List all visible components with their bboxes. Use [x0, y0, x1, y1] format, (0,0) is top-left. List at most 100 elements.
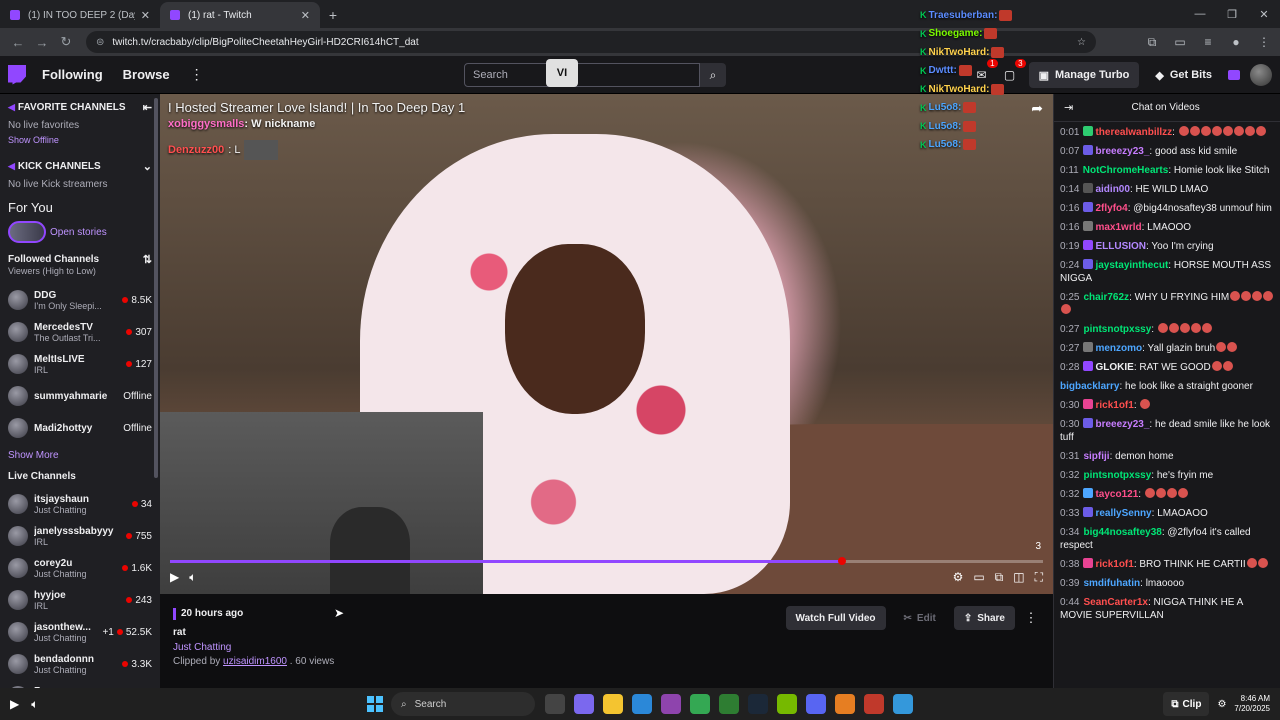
- taskbar-search[interactable]: ⌕ Search: [391, 692, 535, 716]
- chat-username[interactable]: rick1of1: [1095, 559, 1133, 570]
- nvidia-icon[interactable]: [777, 694, 797, 714]
- xbox-icon[interactable]: [719, 694, 739, 714]
- chat-username[interactable]: 2flyfo4: [1095, 203, 1127, 214]
- twitch-logo-icon[interactable]: [8, 64, 26, 85]
- clip-button[interactable]: ⧉ Clip: [1163, 692, 1210, 716]
- search-icon[interactable]: ⌕: [700, 63, 726, 87]
- extensions-icon[interactable]: ⧉: [1142, 32, 1162, 52]
- chevron-down-icon[interactable]: ⌄: [143, 160, 152, 173]
- chat-username[interactable]: jaystayinthecut: [1095, 260, 1168, 271]
- chat-username[interactable]: NotChromeHearts: [1083, 165, 1169, 176]
- chrome-icon[interactable]: [690, 694, 710, 714]
- user-avatar[interactable]: [1250, 64, 1272, 86]
- live-channel-item[interactable]: corey2u Just Chatting 1.6K: [0, 552, 160, 584]
- discord-icon[interactable]: [806, 694, 826, 714]
- chat-username[interactable]: sipfiji: [1083, 451, 1109, 462]
- share-button[interactable]: ⇪ Share: [953, 606, 1015, 630]
- close-window-icon[interactable]: ✕: [1248, 0, 1280, 28]
- watch-full-video-button[interactable]: Watch Full Video: [785, 606, 886, 630]
- close-icon[interactable]: ✕: [141, 9, 150, 22]
- kick-channels-header[interactable]: ◀ KICK CHANNELS ⌄: [0, 153, 160, 179]
- collapse-chat-icon[interactable]: ⇥: [1064, 101, 1073, 114]
- chat-username[interactable]: GLOKIE: [1095, 362, 1133, 373]
- more-options-icon[interactable]: ⋮: [1023, 610, 1039, 626]
- chat-username[interactable]: menzomo: [1095, 343, 1142, 354]
- show-offline-link[interactable]: Show Offline: [0, 135, 160, 153]
- settings-gear-icon[interactable]: ⚙: [953, 570, 964, 585]
- followed-channel-item[interactable]: DDG I'm Only Sleepi... 8.5K: [0, 284, 160, 316]
- collapse-sidebar-icon[interactable]: ⇤: [143, 101, 152, 114]
- live-channel-item[interactable]: jasonthew... Just Chatting +1 52.5K: [0, 616, 160, 648]
- live-channel-item[interactable]: ZyroCall of Duty: W...1.1K: [0, 680, 160, 688]
- new-tab-button[interactable]: +: [320, 2, 346, 28]
- clipper-link[interactable]: uzisaidim1600: [223, 656, 287, 667]
- browser-tab-2[interactable]: (1) rat - Twitch ✕: [160, 2, 320, 28]
- chat-username[interactable]: pintsnotpxssy: [1083, 470, 1151, 481]
- play-icon[interactable]: ▶: [10, 697, 19, 712]
- chat-username[interactable]: bigbacklarry: [1060, 381, 1119, 392]
- file-explorer-icon[interactable]: [603, 694, 623, 714]
- chat-username[interactable]: SeanCarter1x: [1083, 597, 1147, 608]
- chat-username[interactable]: therealwanbillzz: [1095, 127, 1172, 138]
- open-stories[interactable]: Open stories: [0, 221, 160, 253]
- media-icon[interactable]: ≡: [1198, 32, 1218, 52]
- live-channel-item[interactable]: itsjayshaun Just Chatting 34: [0, 488, 160, 520]
- store-icon[interactable]: [632, 694, 652, 714]
- reload-icon[interactable]: ↻: [54, 30, 78, 54]
- chat-username[interactable]: reallySenny: [1095, 508, 1151, 519]
- volume-icon[interactable]: 🔈︎: [189, 570, 196, 585]
- seek-bar[interactable]: [170, 557, 1043, 565]
- followed-channel-item[interactable]: MeltIsLIVE IRL 127: [0, 348, 160, 380]
- close-icon[interactable]: ✕: [301, 9, 310, 22]
- notepad-icon[interactable]: [893, 694, 913, 714]
- theatre-mode-icon[interactable]: ▭: [973, 570, 984, 585]
- live-channel-item[interactable]: hyyjoe IRL 243: [0, 584, 160, 616]
- prime-icon[interactable]: [1228, 70, 1240, 80]
- followed-channel-item[interactable]: MercedesTV The Outlast Tri... 307: [0, 316, 160, 348]
- back-icon[interactable]: ←: [6, 30, 30, 54]
- extension-overlay-button[interactable]: VI: [546, 59, 578, 87]
- chat-username[interactable]: smdifuhatin: [1083, 578, 1140, 589]
- video-player[interactable]: I Hosted Streamer Love Island! | In Too …: [160, 94, 1053, 594]
- show-more-link[interactable]: Show More: [0, 444, 160, 471]
- windows-start-icon[interactable]: [367, 696, 383, 712]
- live-channel-item[interactable]: janelysssbabyyy IRL 755: [0, 520, 160, 552]
- clip-icon[interactable]: ⧉: [995, 570, 1004, 585]
- app-icon-2[interactable]: [835, 694, 855, 714]
- sidebar-scrollbar[interactable]: [154, 98, 158, 478]
- chat-username[interactable]: breeezy23_: [1095, 419, 1149, 430]
- chat-username[interactable]: ELLUSION: [1095, 241, 1146, 252]
- clip-category-link[interactable]: Just Chatting: [173, 642, 231, 653]
- browser-tab-1[interactable]: (1) IN TOO DEEP 2 (Day 1) - Tw ✕: [0, 2, 160, 28]
- speaker-icon[interactable]: 🔈︎: [31, 697, 38, 712]
- tray-icon[interactable]: ⚙: [1217, 699, 1226, 710]
- followed-channel-item[interactable]: summyahmarie Offline: [0, 380, 160, 412]
- get-bits-button[interactable]: ◆ Get Bits: [1149, 62, 1218, 88]
- site-info-icon[interactable]: ⊜: [96, 37, 104, 48]
- chat-username[interactable]: aidin00: [1095, 184, 1129, 195]
- menu-icon[interactable]: ⋮: [1254, 32, 1274, 52]
- play-icon[interactable]: ▶: [170, 570, 179, 585]
- forward-icon[interactable]: →: [30, 30, 54, 54]
- task-view-icon[interactable]: [545, 694, 565, 714]
- reading-mode-icon[interactable]: ▭: [1170, 32, 1190, 52]
- more-icon[interactable]: ⋮: [190, 66, 204, 83]
- search-input[interactable]: Search: [464, 63, 700, 87]
- chat-username[interactable]: big44nosaftey38: [1083, 527, 1161, 538]
- minimize-icon[interactable]: —: [1184, 0, 1216, 28]
- steam-icon[interactable]: [748, 694, 768, 714]
- clock[interactable]: 8:46 AM 7/20/2025: [1234, 694, 1270, 714]
- fullscreen-icon[interactable]: ⛶: [1035, 570, 1043, 585]
- maximize-icon[interactable]: ❐: [1216, 0, 1248, 28]
- profile-icon[interactable]: ●: [1226, 32, 1246, 52]
- chat-username[interactable]: tayco121: [1095, 489, 1138, 500]
- nav-browse[interactable]: Browse: [123, 67, 170, 82]
- chat-username[interactable]: chair762z: [1083, 292, 1129, 303]
- chat-username[interactable]: max1wrld: [1095, 222, 1141, 233]
- nav-following[interactable]: Following: [42, 67, 103, 82]
- chat-username[interactable]: breeezy23_: [1095, 146, 1149, 157]
- edit-button[interactable]: ✂ Edit: [894, 606, 946, 630]
- chat-username[interactable]: rick1of1: [1095, 400, 1133, 411]
- chat-username[interactable]: pintsnotpxssy: [1083, 324, 1151, 335]
- followed-channel-item[interactable]: Madi2hottyy Offline: [0, 412, 160, 444]
